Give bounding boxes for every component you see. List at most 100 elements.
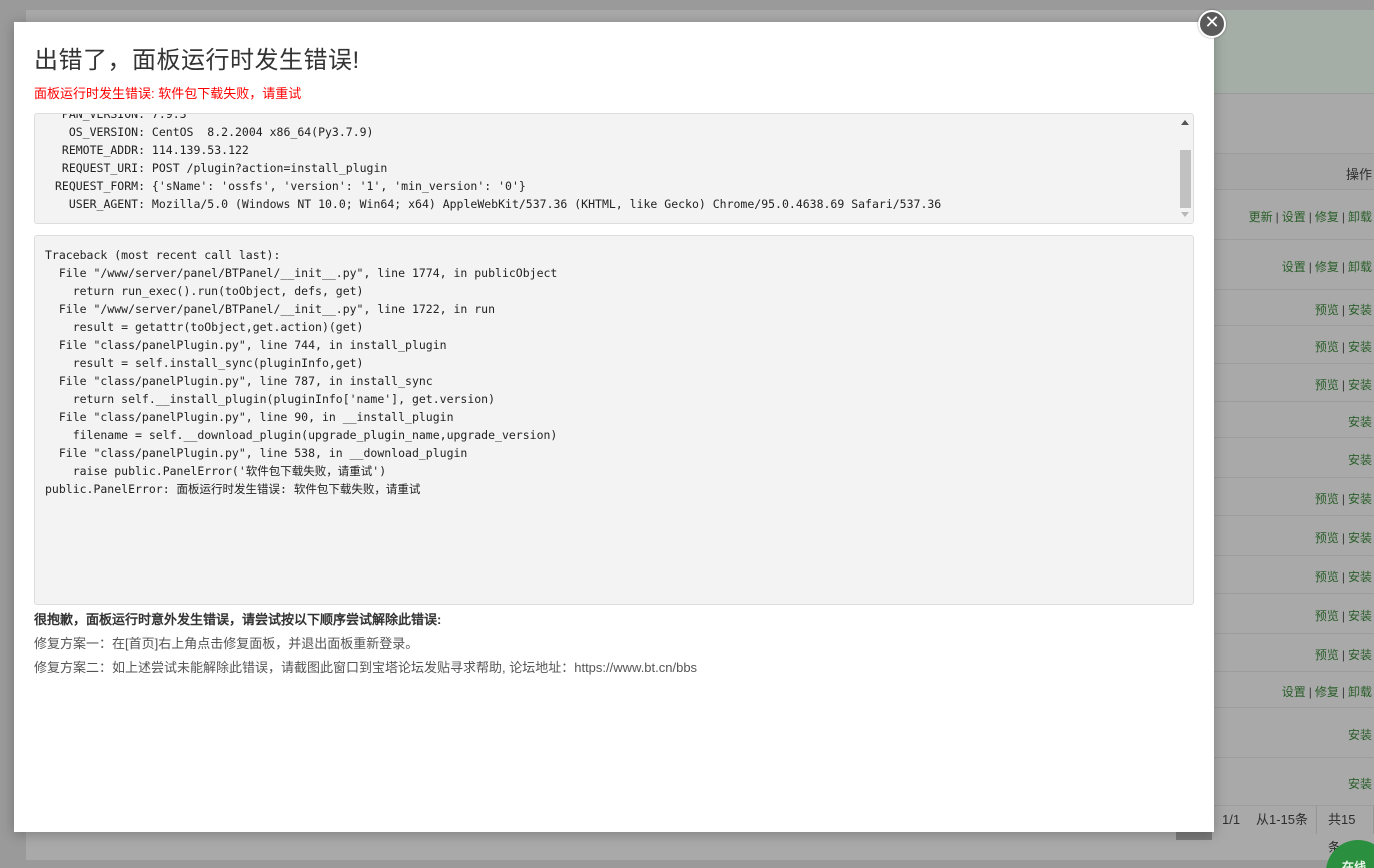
- traceback-line: File "class/panelPlugin.py", line 744, i…: [45, 338, 447, 352]
- env-scrollbar[interactable]: [1177, 114, 1193, 223]
- row-action-link[interactable]: 卸载: [1348, 685, 1372, 699]
- dialog-error-summary: 面板运行时发生错误: 软件包下载失败，请重试: [34, 86, 302, 101]
- row-action-link[interactable]: 安装: [1348, 777, 1372, 791]
- traceback-box[interactable]: Traceback (most recent call last): File …: [34, 235, 1194, 605]
- traceback-line: File "/www/server/panel/BTPanel/__init__…: [45, 266, 558, 280]
- close-icon[interactable]: ✕: [1198, 10, 1226, 38]
- row-action-link[interactable]: 安装: [1348, 648, 1372, 662]
- row-actions: 安装: [1348, 726, 1372, 743]
- traceback-line: File "class/panelPlugin.py", line 90, in…: [45, 410, 454, 424]
- fix-option-two: 修复方案二：如上述尝试未能解除此错误，请截图此窗口到宝塔论坛发贴寻求帮助, 论坛…: [34, 660, 698, 675]
- pager-range: 从1-15条: [1248, 806, 1318, 834]
- traceback-line: filename = self.__download_plugin(upgrad…: [45, 428, 558, 442]
- scroll-down-icon[interactable]: [1181, 212, 1189, 217]
- row-action-link[interactable]: 设置: [1282, 210, 1306, 224]
- row-action-link[interactable]: 安装: [1348, 492, 1372, 506]
- fix-option-one: 修复方案一：在[首页]右上角点击修复面板，并退出面板重新登录。: [34, 636, 419, 651]
- row-action-link[interactable]: 预览: [1315, 492, 1339, 506]
- env-key: USER_AGENT:: [68, 197, 145, 211]
- row-action-link[interactable]: 预览: [1315, 609, 1339, 623]
- plugin-table-row: 安装: [1214, 402, 1374, 438]
- plugin-table-row: 安装: [1214, 438, 1374, 478]
- dialog-title: 出错了，面板运行时发生错误!: [34, 47, 360, 74]
- plugin-table-row: 预览 | 安装: [1214, 326, 1374, 364]
- plugin-table-row: 预览 | 安装: [1214, 478, 1374, 516]
- scrollbar-thumb[interactable]: [1180, 150, 1191, 208]
- env-line: OS_VERSION: CentOS 8.2.2004 x86_64(Py3.7…: [35, 123, 1175, 141]
- row-action-link[interactable]: 安装: [1348, 570, 1372, 584]
- plugin-table-row: 预览 | 安装: [1214, 516, 1374, 556]
- row-actions: 预览 | 安装: [1315, 607, 1372, 624]
- row-action-link[interactable]: 安装: [1348, 378, 1372, 392]
- row-actions: 预览 | 安装: [1315, 376, 1372, 393]
- traceback-line: public.PanelError: 面板运行时发生错误: 软件包下载失败，请重…: [45, 482, 421, 496]
- row-action-link[interactable]: 设置: [1282, 260, 1306, 274]
- row-action-link[interactable]: 安装: [1348, 340, 1372, 354]
- env-value: POST /plugin?action=install_plugin: [145, 161, 388, 175]
- env-line: REQUEST_URI: POST /plugin?action=install…: [35, 159, 1175, 177]
- row-actions: 预览 | 安装: [1315, 646, 1372, 663]
- row-actions: 安装: [1348, 451, 1372, 468]
- env-line: REMOTE_ADDR: 114.139.53.122: [35, 141, 1175, 159]
- column-header-actions: 操作: [1345, 167, 1372, 182]
- scroll-up-icon[interactable]: [1181, 120, 1189, 125]
- action-separator: |: [1341, 648, 1345, 662]
- row-action-link[interactable]: 预览: [1315, 378, 1339, 392]
- background-toolbar: [1214, 94, 1374, 154]
- help-title: 很抱歉，面板运行时意外发生错误，请尝试按以下顺序尝试解除此错误:: [34, 612, 442, 627]
- traceback-line: File "class/panelPlugin.py", line 787, i…: [45, 374, 433, 388]
- env-value: CentOS 8.2.2004 x86_64(Py3.7.9): [145, 125, 374, 139]
- env-line: REQUEST_FORM: {'sName': 'ossfs', 'versio…: [35, 177, 1175, 195]
- plugin-table-row: 预览 | 安装: [1214, 556, 1374, 594]
- env-key: PAN_VERSION:: [61, 113, 145, 121]
- background-banner: [1214, 10, 1374, 94]
- row-actions: 预览 | 安装: [1315, 301, 1372, 318]
- action-separator: |: [1341, 531, 1345, 545]
- error-dialog: 出错了，面板运行时发生错误! 面板运行时发生错误: 软件包下载失败，请重试 PA…: [14, 22, 1214, 832]
- row-action-link[interactable]: 预览: [1315, 340, 1339, 354]
- row-action-link[interactable]: 预览: [1315, 303, 1339, 317]
- row-action-link[interactable]: 修复: [1315, 260, 1339, 274]
- action-separator: |: [1341, 609, 1345, 623]
- pager-page[interactable]: 1/1: [1214, 806, 1250, 834]
- row-action-link[interactable]: 修复: [1315, 210, 1339, 224]
- traceback-line: result = self.install_sync(pluginInfo,ge…: [45, 356, 364, 370]
- action-separator: |: [1341, 303, 1345, 317]
- env-key: REMOTE_ADDR:: [61, 143, 145, 157]
- plugin-table-header: 操作: [1214, 154, 1374, 190]
- row-action-link[interactable]: 安装: [1348, 303, 1372, 317]
- traceback-line: return self.__install_plugin(pluginInfo[…: [45, 392, 496, 406]
- row-action-link[interactable]: 预览: [1315, 570, 1339, 584]
- row-actions: 预览 | 安装: [1315, 529, 1372, 546]
- plugin-table-row: 安装: [1214, 708, 1374, 758]
- row-actions: 设置 | 修复 | 卸载: [1282, 258, 1372, 275]
- env-value: 7.9.3: [145, 113, 187, 121]
- action-separator: |: [1308, 685, 1312, 699]
- action-separator: |: [1341, 260, 1345, 274]
- plugin-table-row: 设置 | 修复 | 卸载: [1214, 672, 1374, 708]
- row-action-link[interactable]: 安装: [1348, 728, 1372, 742]
- row-action-link[interactable]: 修复: [1315, 685, 1339, 699]
- pagination: 1/1 从1-15条 共15条: [1176, 806, 1374, 855]
- row-action-link[interactable]: 安装: [1348, 531, 1372, 545]
- row-action-link[interactable]: 设置: [1282, 685, 1306, 699]
- action-separator: |: [1341, 340, 1345, 354]
- environment-info-content: PAN_VERSION: 7.9.3 OS_VERSION: CentOS 8.2…: [35, 113, 1175, 213]
- traceback-line: File "class/panelPlugin.py", line 538, i…: [45, 446, 468, 460]
- row-action-link[interactable]: 卸载: [1348, 260, 1372, 274]
- traceback-line: raise public.PanelError('软件包下载失败，请重试'): [45, 464, 387, 478]
- row-action-link[interactable]: 安装: [1348, 415, 1372, 429]
- row-action-link[interactable]: 预览: [1315, 648, 1339, 662]
- environment-info-box[interactable]: PAN_VERSION: 7.9.3 OS_VERSION: CentOS 8.2…: [34, 113, 1194, 224]
- traceback-line: return run_exec().run(toObject, defs, ge…: [45, 284, 364, 298]
- traceback-line: Traceback (most recent call last):: [45, 248, 281, 262]
- traceback-line: result = getattr(toObject,get.action)(ge…: [45, 320, 364, 334]
- row-action-link[interactable]: 更新: [1249, 210, 1273, 224]
- row-action-link[interactable]: 安装: [1348, 609, 1372, 623]
- row-action-link[interactable]: 卸载: [1348, 210, 1372, 224]
- plugin-table-row: 预览 | 安装: [1214, 634, 1374, 672]
- row-action-link[interactable]: 安装: [1348, 453, 1372, 467]
- traceback-line: File "/www/server/panel/BTPanel/__init__…: [45, 302, 496, 316]
- env-key: REQUEST_FORM:: [54, 179, 145, 193]
- row-action-link[interactable]: 预览: [1315, 531, 1339, 545]
